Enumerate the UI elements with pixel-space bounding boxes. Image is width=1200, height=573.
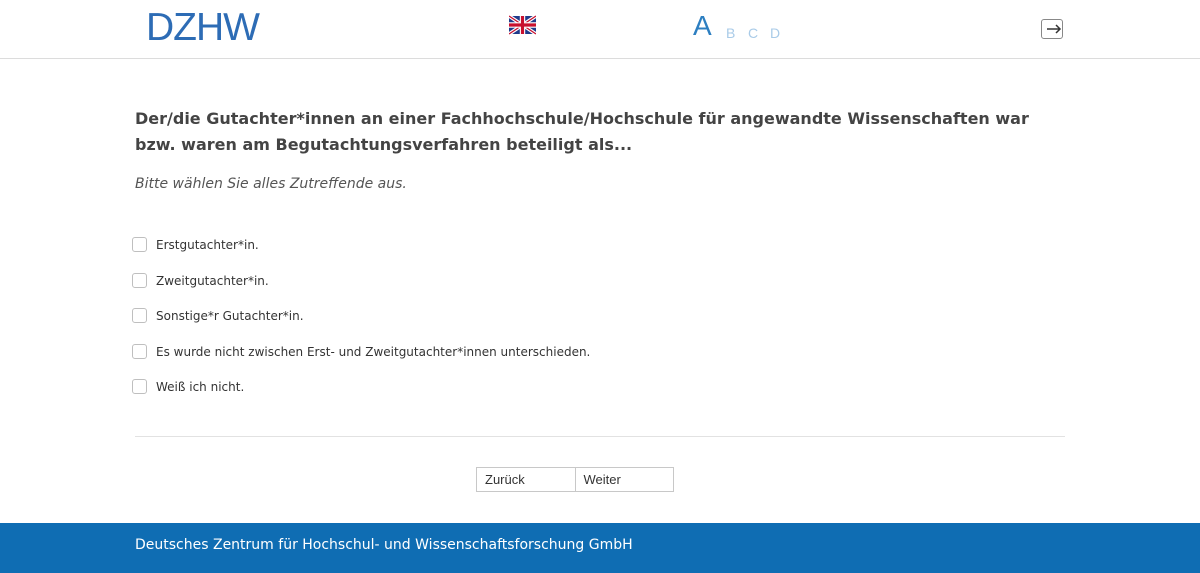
option-label: Es wurde nicht zwischen Erst- und Zweitg… — [156, 344, 591, 359]
divider — [135, 436, 1065, 437]
option-erstgutachter[interactable]: Erstgutachter*in. — [132, 236, 259, 253]
option-zweitgutachter[interactable]: Zweitgutachter*in. — [132, 272, 269, 289]
page-d: D — [770, 25, 781, 41]
instruction-text: Bitte wählen Sie alles Zutreffende aus. — [135, 176, 407, 192]
option-label: Zweitgutachter*in. — [156, 273, 269, 288]
footer: Deutsches Zentrum für Hochschul- und Wis… — [0, 523, 1200, 573]
navigation-buttons: Zurück Weiter — [476, 467, 674, 492]
page-c: C — [748, 25, 759, 41]
option-label: Weiß ich nicht. — [156, 379, 245, 394]
checkbox[interactable] — [132, 237, 147, 252]
header: DZHW A B C D — [0, 0, 1200, 59]
logo-text: DZHW — [146, 6, 260, 49]
footer-text: Deutsches Zentrum für Hochschul- und Wis… — [135, 537, 633, 553]
checkbox[interactable] — [132, 308, 147, 323]
back-button[interactable]: Zurück — [477, 468, 575, 491]
uk-flag-icon[interactable] — [509, 15, 536, 35]
logout-button[interactable] — [1041, 19, 1063, 39]
option-weiss-nicht[interactable]: Weiß ich nicht. — [132, 378, 244, 395]
option-label: Erstgutachter*in. — [156, 237, 259, 252]
option-label: Sonstige*r Gutachter*in. — [156, 308, 304, 323]
option-nicht-unterschieden[interactable]: Es wurde nicht zwischen Erst- und Zweitg… — [132, 343, 590, 360]
page-b: B — [726, 25, 736, 41]
checkbox[interactable] — [132, 344, 147, 359]
next-button[interactable]: Weiter — [574, 468, 673, 491]
checkbox[interactable] — [132, 273, 147, 288]
option-sonstige[interactable]: Sonstige*r Gutachter*in. — [132, 307, 304, 324]
page-a: A — [693, 10, 712, 41]
question-text: Der/die Gutachter*innen an einer Fachhoc… — [135, 109, 1029, 154]
checkbox[interactable] — [132, 379, 147, 394]
logout-icon — [1047, 24, 1062, 34]
dzhw-logo[interactable]: DZHW — [146, 6, 260, 49]
